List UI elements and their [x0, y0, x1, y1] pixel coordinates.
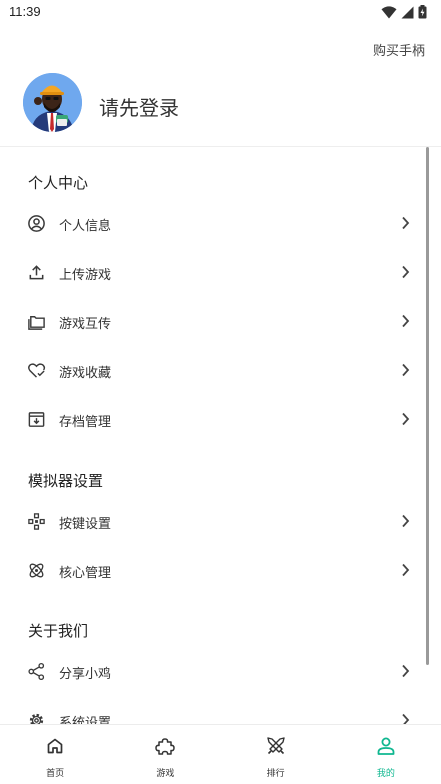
tab-ranking-label: 排行	[266, 769, 285, 779]
menu-item-label: 游戏互传	[59, 317, 112, 332]
menu-item-profile[interactable]: 个人信息	[0, 200, 430, 246]
chevron-right-icon	[402, 216, 410, 230]
chevron-right-icon	[402, 363, 410, 377]
gamepad-icon	[28, 513, 45, 530]
chevron-right-icon	[402, 314, 410, 328]
menu-item-label: 按键设置	[59, 517, 112, 532]
archive-icon	[28, 412, 45, 427]
status-time: 11:39	[9, 4, 41, 19]
user-circle-icon	[28, 215, 45, 232]
menu-item-label: 系统设置	[59, 716, 112, 724]
folder-icon	[28, 316, 45, 330]
chevron-right-icon	[402, 514, 410, 528]
avatar[interactable]	[23, 73, 82, 132]
heart-check-icon	[28, 363, 46, 378]
status-icons	[381, 5, 427, 19]
atom-icon	[29, 563, 44, 578]
chevron-right-icon	[402, 563, 410, 577]
menu-item-label: 个人信息	[59, 219, 112, 234]
menu-item-system-settings[interactable]: 系统设置	[0, 697, 430, 724]
tab-games-label: 游戏	[156, 769, 175, 779]
bottom-nav: 首页 游戏 排行 我的	[0, 724, 441, 784]
chevron-right-icon	[402, 412, 410, 426]
home-icon	[47, 738, 63, 754]
swords-icon	[266, 737, 285, 755]
menu-item-game-transfer[interactable]: 游戏互传	[0, 298, 430, 344]
menu-item-key-settings[interactable]: 按键设置	[0, 498, 430, 544]
menu-item-core-management[interactable]: 核心管理	[0, 547, 430, 593]
menu-item-label: 游戏收藏	[59, 366, 112, 381]
menu-item-label: 分享小鸡	[59, 667, 112, 682]
upload-icon	[29, 265, 44, 280]
section-title-about: 关于我们	[28, 622, 89, 640]
signal-icon	[401, 6, 414, 18]
chevron-right-icon	[402, 713, 410, 724]
tab-home[interactable]: 首页	[0, 725, 110, 784]
login-prompt[interactable]: 请先登录	[99, 92, 179, 121]
menu-list[interactable]: 个人中心 个人信息 上传游戏 游戏互传 游戏收藏 存档管理 模拟器设置 按键设置…	[0, 146, 441, 724]
tab-mine[interactable]: 我的	[331, 725, 441, 784]
tab-mine-label: 我的	[376, 769, 395, 779]
menu-item-share[interactable]: 分享小鸡	[0, 648, 430, 694]
section-title-personal: 个人中心	[28, 174, 89, 192]
avatar-illustration	[23, 73, 82, 132]
status-bar: 11:39	[0, 0, 441, 26]
menu-item-save-management[interactable]: 存档管理	[0, 396, 430, 442]
chevron-right-icon	[402, 265, 410, 279]
menu-item-upload-game[interactable]: 上传游戏	[0, 249, 430, 295]
share-icon	[28, 662, 45, 681]
battery-icon	[418, 5, 427, 19]
menu-item-label: 核心管理	[59, 566, 112, 581]
tab-home-label: 首页	[46, 769, 65, 779]
gear-icon	[29, 713, 44, 724]
tab-games[interactable]: 游戏	[110, 725, 220, 784]
buy-handle-link[interactable]: 购买手柄	[373, 40, 425, 59]
wifi-icon	[381, 5, 397, 18]
menu-item-favorites[interactable]: 游戏收藏	[0, 347, 430, 393]
chevron-right-icon	[402, 664, 410, 678]
person-icon	[377, 737, 395, 755]
puzzle-icon	[155, 738, 176, 755]
tab-ranking[interactable]: 排行	[221, 725, 331, 784]
menu-item-label: 存档管理	[59, 415, 112, 430]
menu-item-label: 上传游戏	[59, 268, 112, 283]
section-title-emulator: 模拟器设置	[28, 472, 104, 490]
